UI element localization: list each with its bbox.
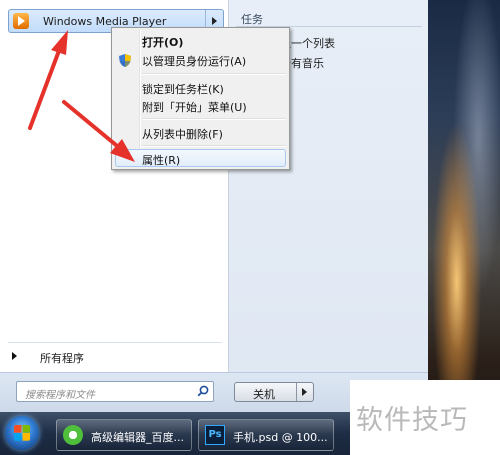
search-input[interactable]: 搜索程序和文件 [16, 381, 214, 402]
shutdown-button[interactable]: 关机 [234, 382, 314, 402]
taskbar-item-photoshop[interactable]: Ps 手机.psd @ 100... [198, 419, 334, 451]
menu-item-remove-from-list[interactable]: 从列表中删除(F) [142, 126, 223, 142]
context-menu-gutter [139, 30, 141, 167]
windows-media-player-icon [13, 13, 29, 29]
all-programs-divider [8, 342, 222, 343]
menu-item-run-as-admin[interactable]: 以管理员身份运行(A) [142, 53, 246, 69]
taskbar-item-label: 手机.psd @ 100... [233, 431, 328, 444]
shutdown-label: 关机 [253, 388, 275, 401]
menu-item-properties[interactable]: 属性(R) [142, 152, 180, 168]
menu-separator [142, 73, 286, 75]
jump-list-section-title: 任务 [241, 13, 263, 26]
menu-separator [142, 118, 286, 120]
context-menu: 打开(O) 以管理员身份运行(A) 锁定到任务栏(K) 附到「开始」菜单(U) … [111, 27, 290, 170]
jump-list-arrow-icon[interactable] [212, 17, 217, 25]
all-programs-link[interactable]: 所有程序 [40, 350, 84, 366]
all-programs-arrow-icon [12, 352, 17, 360]
menu-item-pin-to-taskbar[interactable]: 锁定到任务栏(K) [142, 81, 224, 97]
menu-separator [142, 145, 286, 147]
search-icon[interactable] [197, 385, 209, 397]
start-button[interactable] [5, 416, 39, 450]
taskbar-item-label: 高级编辑器_百度... [91, 431, 184, 444]
shutdown-split-divider [296, 383, 297, 401]
menu-item-properties-highlight[interactable] [115, 149, 286, 167]
menu-item-pin-to-start[interactable]: 附到「开始」菜单(U) [142, 99, 247, 115]
menu-item-open[interactable]: 打开(O) [142, 34, 183, 50]
taskbar-item-browser[interactable]: 高级编辑器_百度... [56, 419, 192, 451]
browser-icon [63, 425, 83, 445]
photoshop-icon: Ps [205, 425, 225, 445]
shutdown-options-arrow-icon[interactable] [302, 388, 307, 396]
windows-logo-icon [14, 425, 30, 441]
shield-icon [119, 54, 131, 67]
watermark-text: 软件技巧 [356, 405, 468, 436]
search-placeholder: 搜索程序和文件 [25, 390, 95, 401]
